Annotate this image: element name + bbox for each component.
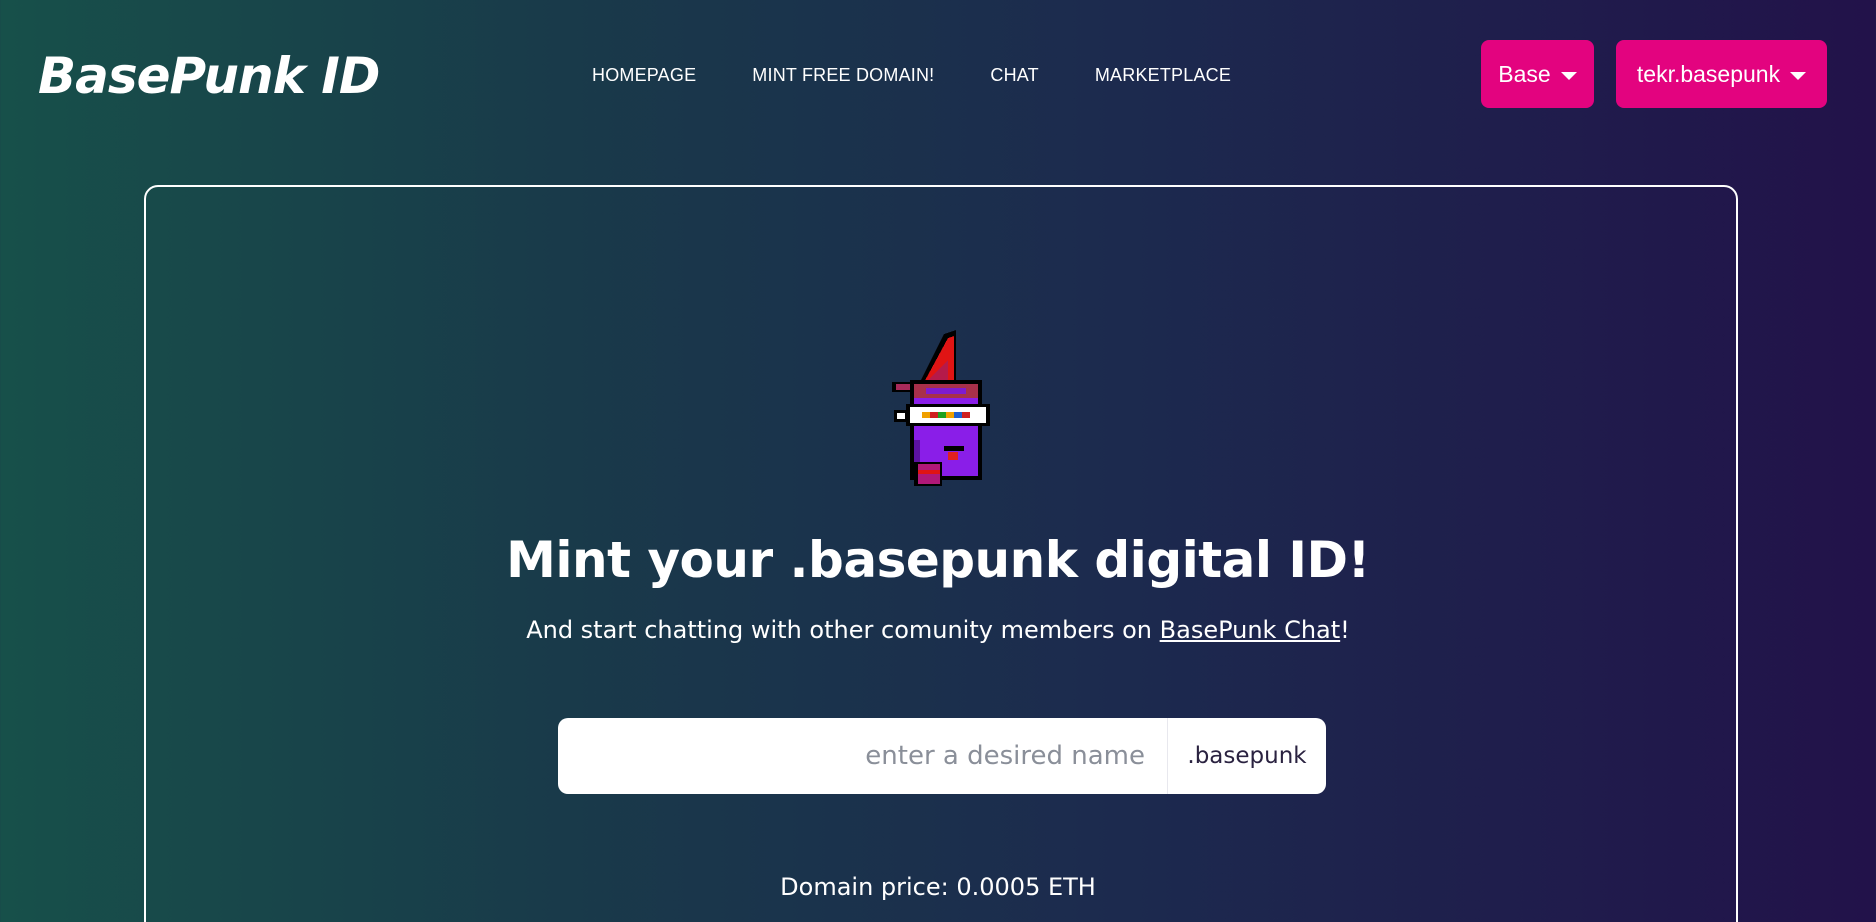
page-subtitle: And start chatting with other comunity m… xyxy=(0,612,1876,648)
basepunk-avatar-image xyxy=(892,330,990,486)
brand-logo[interactable]: BasePunk ID xyxy=(38,46,380,106)
basepunk-chat-link[interactable]: BasePunk Chat xyxy=(1160,616,1341,644)
caret-down-icon xyxy=(1790,72,1807,80)
subtitle-text: And start chatting with other comunity m… xyxy=(526,616,1160,644)
domain-tld-suffix: .basepunk xyxy=(1167,718,1326,794)
nav-mint-free-domain-link[interactable]: MINT FREE DOMAIN! xyxy=(752,58,934,92)
nav-homepage-link[interactable]: HOMEPAGE xyxy=(592,58,696,92)
nav-marketplace-link[interactable]: MARKETPLACE xyxy=(1095,58,1231,92)
main-nav: HOMEPAGE MINT FREE DOMAIN! CHAT MARKETPL… xyxy=(592,58,1231,92)
domain-price-text: Domain price: 0.0005 ETH xyxy=(780,873,1096,901)
navbar: BasePunk ID HOMEPAGE MINT FREE DOMAIN! C… xyxy=(0,0,1876,150)
network-dropdown-button[interactable]: Base xyxy=(1481,40,1594,108)
domain-name-input[interactable] xyxy=(558,718,1167,794)
caret-down-icon xyxy=(1560,72,1577,80)
subtitle-suffix: ! xyxy=(1340,616,1350,644)
domain-input-group: .basepunk xyxy=(558,718,1326,794)
account-label: tekr.basepunk xyxy=(1636,60,1781,87)
account-dropdown-button[interactable]: tekr.basepunk xyxy=(1616,40,1827,108)
page-title: Mint your .basepunk digital ID! xyxy=(506,531,1370,589)
nav-chat-link[interactable]: CHAT xyxy=(990,58,1038,92)
network-label: Base xyxy=(1498,60,1551,87)
